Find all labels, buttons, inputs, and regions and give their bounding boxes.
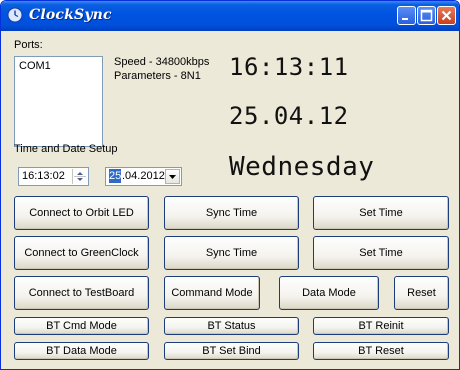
close-icon[interactable] xyxy=(437,6,456,25)
data-mode-button[interactable]: Data Mode xyxy=(279,276,379,310)
set-time-greenclock-button[interactable]: Set Time xyxy=(313,236,449,270)
sync-time-greenclock-button[interactable]: Sync Time xyxy=(164,236,299,270)
date-day-segment[interactable]: 25 xyxy=(109,169,122,183)
reset-button[interactable]: Reset xyxy=(394,276,449,310)
bt-set-bind-button[interactable]: BT Set Bind xyxy=(164,342,299,360)
time-setup-value[interactable]: 16:13:02 xyxy=(22,170,65,182)
app-window: ClockSync Ports: COM1 Speed - 34800kbps … xyxy=(0,0,460,370)
title-bar[interactable]: ClockSync xyxy=(1,1,459,31)
maximize-icon[interactable] xyxy=(417,6,436,25)
bt-status-button[interactable]: BT Status xyxy=(164,317,299,335)
bt-reset-button[interactable]: BT Reset xyxy=(313,342,449,360)
clock-icon xyxy=(7,7,23,23)
dropdown-arrow-icon[interactable] xyxy=(165,169,180,184)
clock-weekday-display: Wednesday xyxy=(229,152,375,182)
spin-arrows-icon[interactable] xyxy=(72,169,87,184)
port-item[interactable]: COM1 xyxy=(19,60,51,72)
speed-text: Speed - 34800kbps xyxy=(114,56,210,68)
bt-data-mode-button[interactable]: BT Data Mode xyxy=(14,342,149,360)
connect-orbit-led-button[interactable]: Connect to Orbit LED xyxy=(14,196,149,230)
clock-date-display: 25.04.12 xyxy=(229,102,349,130)
command-mode-button[interactable]: Command Mode xyxy=(164,276,260,310)
parameters-text: Parameters - 8N1 xyxy=(114,70,201,82)
time-setup-spinner[interactable]: 16:13:02 xyxy=(18,167,89,186)
time-date-setup-label: Time and Date Setup xyxy=(14,143,118,155)
bt-reinit-button[interactable]: BT Reinit xyxy=(313,317,449,335)
date-setup-picker[interactable]: 25 .04.2012 xyxy=(105,167,182,186)
clock-time-display: 16:13:11 xyxy=(229,53,349,81)
date-month-year[interactable]: .04.2012 xyxy=(122,170,165,182)
minimize-icon[interactable] xyxy=(397,6,416,25)
ports-listbox[interactable]: COM1 xyxy=(14,56,103,147)
bt-cmd-mode-button[interactable]: BT Cmd Mode xyxy=(14,317,149,335)
ports-label: Ports: xyxy=(14,39,43,51)
connect-greenclock-button[interactable]: Connect to GreenClock xyxy=(14,236,149,270)
window-title: ClockSync xyxy=(29,7,112,23)
connect-testboard-button[interactable]: Connect to TestBoard xyxy=(14,276,149,310)
sync-time-orbit-button[interactable]: Sync Time xyxy=(164,196,299,230)
set-time-orbit-button[interactable]: Set Time xyxy=(313,196,449,230)
